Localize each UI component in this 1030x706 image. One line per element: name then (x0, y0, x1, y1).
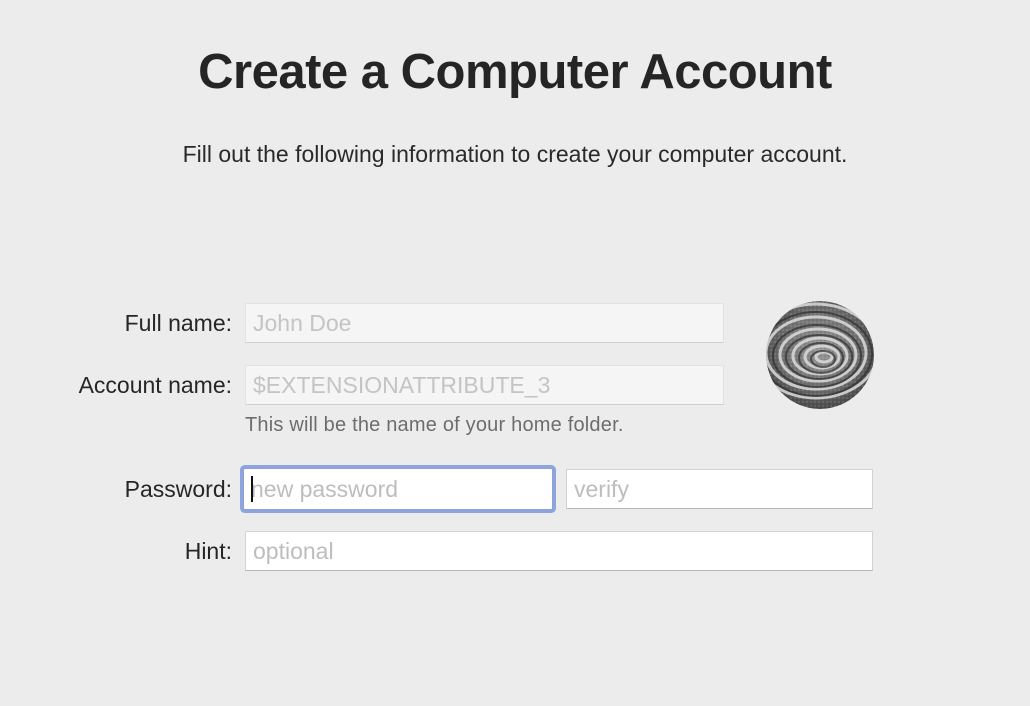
full-name-placeholder: John Doe (253, 309, 352, 336)
text-caret (251, 476, 253, 502)
full-name-label: Full name: (124, 310, 232, 336)
account-name-label: Account name: (78, 372, 232, 398)
account-name-placeholder: $EXTENSIONATTRIBUTE_3 (253, 371, 551, 398)
verify-password-field[interactable]: verify (566, 469, 873, 509)
hint-placeholder: optional (253, 537, 334, 564)
page-title: Create a Computer Account (198, 45, 832, 99)
full-name-field[interactable]: John Doe (245, 303, 724, 343)
verify-password-placeholder: verify (574, 475, 629, 502)
account-name-field[interactable]: $EXTENSIONATTRIBUTE_3 (245, 365, 724, 405)
new-password-placeholder: new password (251, 475, 399, 502)
zen-sand-spiral-picture (766, 301, 874, 409)
page-subtitle: Fill out the following information to cr… (182, 141, 848, 167)
account-name-help-text: This will be the name of your home folde… (245, 414, 624, 436)
user-picture[interactable] (766, 301, 874, 409)
hint-label: Hint: (184, 538, 232, 564)
hint-field[interactable]: optional (245, 531, 873, 571)
new-password-field[interactable]: new password (243, 468, 553, 510)
password-label: Password: (124, 476, 232, 502)
